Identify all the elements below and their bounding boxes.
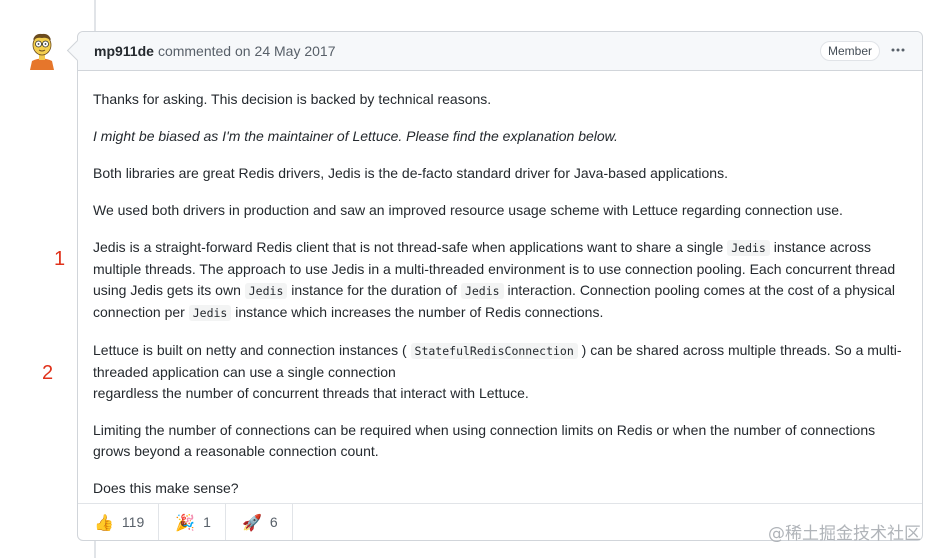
comment-action: commented on bbox=[157, 43, 251, 59]
annotation-2: 2 bbox=[42, 362, 54, 384]
comment-date[interactable]: 24 May 2017 bbox=[255, 43, 336, 59]
reaction-tada[interactable]: 🎉 1 bbox=[159, 504, 226, 540]
p6-text-a: Lettuce is built on netty and connection… bbox=[93, 342, 411, 358]
comment-body: Thanks for asking. This decision is back… bbox=[78, 71, 922, 499]
kebab-horizontal-icon[interactable] bbox=[890, 42, 906, 61]
paragraph-7: Limiting the number of connections can b… bbox=[93, 422, 876, 459]
code-stateful-connection: StatefulRedisConnection bbox=[410, 343, 578, 359]
paragraph-2-italic: I might be biased as I'm the maintainer … bbox=[93, 128, 618, 144]
thumbs-up-icon: 👍 bbox=[94, 512, 114, 532]
header-actions: Member bbox=[819, 41, 906, 61]
reaction-count: 6 bbox=[269, 514, 278, 530]
paragraph-6: Lettuce is built on netty and connection… bbox=[93, 340, 907, 404]
code-jedis-3: Jedis bbox=[460, 283, 504, 299]
member-badge: Member bbox=[819, 41, 880, 61]
watermark: @稀土掘金技术社区 bbox=[768, 524, 921, 544]
p5-text-c: instance for the duration of bbox=[287, 282, 461, 298]
reaction-thumbs-up[interactable]: 👍 119 bbox=[78, 504, 160, 540]
paragraph-8: Does this make sense? bbox=[93, 480, 239, 496]
annotation-1: 1 bbox=[54, 248, 66, 270]
code-jedis-1: Jedis bbox=[727, 240, 770, 256]
paragraph-3: Both libraries are great Redis drivers, … bbox=[93, 165, 728, 181]
p6-text-c: regardless the number of concurrent thre… bbox=[93, 385, 529, 401]
reaction-rocket[interactable]: 🚀 6 bbox=[226, 504, 293, 540]
code-jedis-2: Jedis bbox=[244, 283, 288, 299]
paragraph-5: Jedis is a straight-forward Redis client… bbox=[93, 237, 907, 324]
p5-text-a: Jedis is a straight-forward Redis client… bbox=[93, 239, 728, 255]
reaction-count: 1 bbox=[203, 514, 211, 530]
comment-header: mp911de commented on 24 May 2017 Member bbox=[78, 32, 922, 71]
author-link[interactable]: mp911de bbox=[94, 43, 154, 59]
paragraph-4: We used both drivers in production and s… bbox=[93, 202, 843, 218]
avatar[interactable] bbox=[22, 30, 62, 70]
code-jedis-4: Jedis bbox=[188, 305, 232, 321]
comment-card: mp911de commented on 24 May 2017 Member … bbox=[77, 31, 923, 541]
tada-icon: 🎉 bbox=[175, 512, 196, 532]
p5-text-e: instance which increases the number of R… bbox=[231, 304, 604, 320]
reaction-count: 119 bbox=[121, 514, 145, 530]
paragraph-1: Thanks for asking. This decision is back… bbox=[93, 91, 492, 107]
rocket-icon: 🚀 bbox=[241, 512, 262, 532]
paragraph-2: I might be biased as I'm the maintainer … bbox=[93, 126, 907, 147]
